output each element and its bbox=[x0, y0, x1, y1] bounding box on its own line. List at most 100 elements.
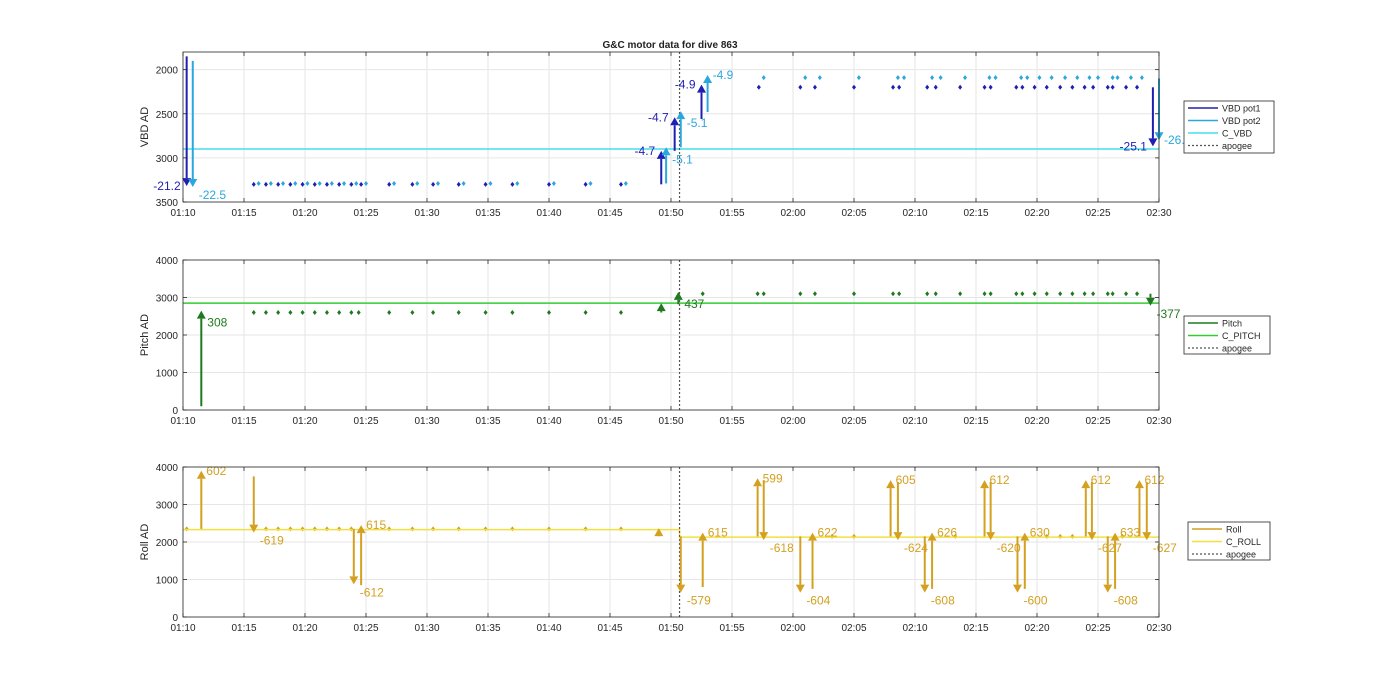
arrow-label: 612 bbox=[990, 473, 1010, 487]
legend-label: apogee bbox=[1226, 550, 1256, 560]
x-tick-label: 01:55 bbox=[719, 208, 744, 219]
legend: VBD pot1 VBD pot2 C_VBDapogee bbox=[1183, 100, 1275, 154]
legend-label: apogee bbox=[1222, 141, 1252, 151]
y-tick-label: 0 bbox=[172, 406, 178, 417]
arrow-label: -5.1 bbox=[672, 152, 693, 166]
chart-panel-3: 602-619-612615-579615599-618-604622605-6… bbox=[139, 463, 1271, 634]
arrow-label: -25.1 bbox=[1120, 139, 1148, 153]
x-tick-label: 01:30 bbox=[414, 208, 439, 219]
legend: Roll C_ROLLapogee bbox=[1187, 521, 1271, 561]
y-tick-label: 3500 bbox=[156, 198, 179, 209]
x-tick-label: 02:00 bbox=[780, 416, 805, 427]
x-tick-label: 02:20 bbox=[1024, 623, 1049, 634]
arrow-label: 437 bbox=[684, 297, 704, 311]
x-tick-label: 02:15 bbox=[963, 416, 988, 427]
y-tick-label: 3000 bbox=[156, 294, 179, 305]
arrow-label: -612 bbox=[360, 585, 384, 599]
x-tick-label: 01:50 bbox=[658, 416, 683, 427]
arrow-label: -600 bbox=[1023, 594, 1047, 608]
y-axis-label: Roll AD bbox=[139, 524, 151, 561]
x-tick-label: 02:30 bbox=[1146, 623, 1171, 634]
legend-label: C_VBD bbox=[1222, 129, 1253, 139]
chart-panel-2: 308 437 -377 01:10 01:15 01:20 01:25 01:30 01:35… bbox=[139, 256, 1271, 427]
legend-label: VBD pot1 bbox=[1222, 104, 1261, 114]
x-tick-label: 01:30 bbox=[414, 416, 439, 427]
x-tick-label: 02:05 bbox=[841, 623, 866, 634]
x-tick-label: 01:10 bbox=[170, 623, 195, 634]
arrow-label: -627 bbox=[1098, 541, 1122, 555]
arrow-label: 630 bbox=[1030, 526, 1050, 540]
x-tick-label: 02:05 bbox=[841, 416, 866, 427]
x-tick-label: 01:50 bbox=[658, 208, 683, 219]
x-tick-label: 02:25 bbox=[1085, 623, 1110, 634]
arrow-label: 615 bbox=[366, 518, 386, 532]
legend-label: VBD pot2 bbox=[1222, 116, 1261, 126]
x-tick-label: 01:40 bbox=[536, 623, 561, 634]
arrow-label: -377 bbox=[1156, 307, 1180, 321]
x-tick-label: 02:00 bbox=[780, 208, 805, 219]
y-axis-label: Pitch AD bbox=[139, 314, 151, 356]
legend: Pitch C_PITCHapogee bbox=[1183, 315, 1271, 355]
x-tick-label: 01:45 bbox=[597, 416, 622, 427]
x-tick-label: 01:20 bbox=[292, 208, 317, 219]
x-tick-label: 02:30 bbox=[1146, 208, 1171, 219]
x-tick-label: 01:45 bbox=[597, 208, 622, 219]
y-tick-label: 1000 bbox=[156, 369, 179, 380]
arrow-label: 615 bbox=[708, 526, 728, 540]
y-tick-label: 1000 bbox=[156, 576, 179, 587]
x-tick-label: 02:20 bbox=[1024, 208, 1049, 219]
x-tick-label: 01:20 bbox=[292, 623, 317, 634]
x-tick-label: 01:15 bbox=[231, 416, 256, 427]
panels: -21.2 -22.5 -4.7 -5.1 -4.7 -5.1 -4.9 -4.9 -25.1 -… bbox=[139, 51, 1275, 634]
arrow-label: -26. bbox=[1164, 133, 1185, 147]
y-tick-label: 3000 bbox=[156, 501, 179, 512]
arrow-label: -22.5 bbox=[199, 188, 227, 202]
arrow-label: -21.2 bbox=[153, 179, 181, 193]
x-tick-label: 01:40 bbox=[536, 208, 561, 219]
x-tick-label: 02:00 bbox=[780, 623, 805, 634]
x-tick-label: 01:55 bbox=[719, 623, 744, 634]
x-tick-label: 02:10 bbox=[902, 416, 927, 427]
y-tick-label: 2000 bbox=[156, 331, 179, 342]
arrow-label: -5.1 bbox=[687, 116, 708, 130]
x-tick-label: 01:20 bbox=[292, 416, 317, 427]
arrow-label: -627 bbox=[1153, 541, 1177, 555]
x-tick-label: 01:15 bbox=[231, 623, 256, 634]
legend-label: Pitch bbox=[1222, 319, 1242, 329]
legend-label: Roll bbox=[1226, 525, 1242, 535]
arrow-label: 622 bbox=[818, 526, 838, 540]
figure-title: G&C motor data for dive 863 bbox=[602, 40, 737, 51]
arrow-label: -618 bbox=[770, 541, 794, 555]
x-tick-label: 01:10 bbox=[170, 208, 195, 219]
arrow-label: -619 bbox=[260, 534, 284, 548]
y-tick-label: 0 bbox=[172, 613, 178, 624]
y-axis-label: VBD AD bbox=[139, 107, 151, 147]
y-tick-label: 2000 bbox=[156, 538, 179, 549]
x-tick-label: 02:15 bbox=[963, 623, 988, 634]
x-tick-label: 02:25 bbox=[1085, 416, 1110, 427]
arrow-label: 308 bbox=[207, 316, 227, 330]
chart-panel-1: -21.2 -22.5 -4.7 -5.1 -4.7 -5.1 -4.9 -4.9 -25.1 -… bbox=[139, 51, 1275, 219]
x-tick-label: 02:20 bbox=[1024, 416, 1049, 427]
x-tick-label: 01:45 bbox=[597, 623, 622, 634]
x-tick-label: 01:15 bbox=[231, 208, 256, 219]
y-tick-label: 3000 bbox=[156, 154, 179, 165]
x-tick-label: 01:35 bbox=[475, 416, 500, 427]
x-tick-label: 01:40 bbox=[536, 416, 561, 427]
x-tick-label: 01:35 bbox=[475, 623, 500, 634]
legend-label: C_ROLL bbox=[1226, 537, 1261, 547]
y-tick-label: 2000 bbox=[156, 66, 179, 77]
x-tick-label: 01:25 bbox=[353, 208, 378, 219]
arrow-label: -4.9 bbox=[675, 78, 696, 92]
x-tick-label: 01:30 bbox=[414, 623, 439, 634]
x-tick-label: 01:55 bbox=[719, 416, 744, 427]
arrow-label: -608 bbox=[1114, 594, 1138, 608]
x-tick-label: 01:35 bbox=[475, 208, 500, 219]
legend-label: apogee bbox=[1222, 344, 1252, 354]
x-tick-label: 01:25 bbox=[353, 416, 378, 427]
x-tick-label: 02:15 bbox=[963, 208, 988, 219]
x-tick-label: 02:05 bbox=[841, 208, 866, 219]
arrow-label: 626 bbox=[937, 526, 957, 540]
figure: G&C motor data for dive 863 -21.2 -22.5 -4… bbox=[0, 0, 1400, 693]
y-tick-label: 4000 bbox=[156, 463, 179, 474]
